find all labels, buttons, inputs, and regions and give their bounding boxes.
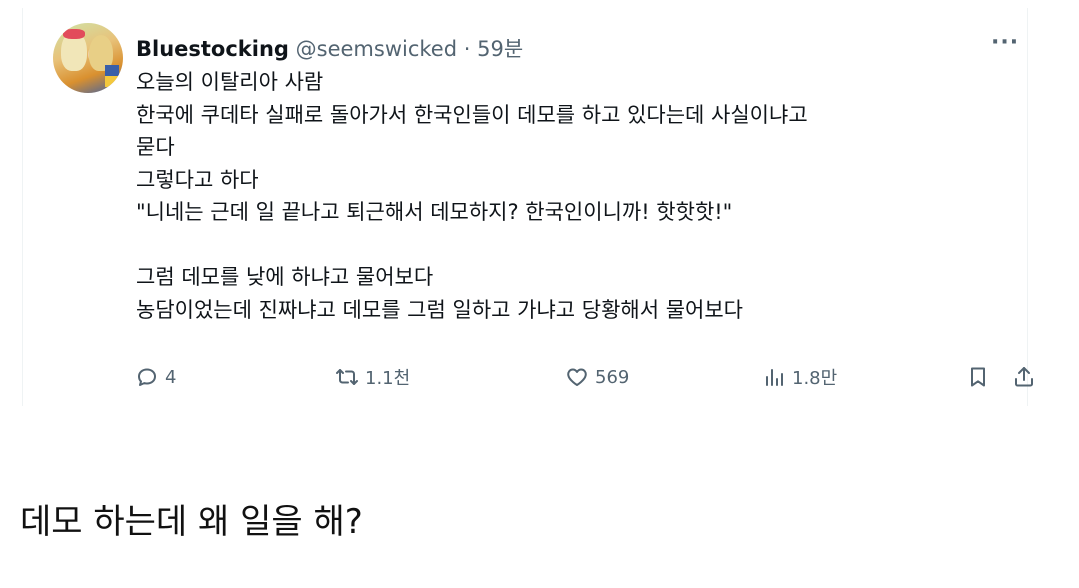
separator-dot: · (463, 37, 471, 61)
share-button[interactable] (1012, 362, 1036, 392)
tweet-text-line: 농담이었는데 진짜냐고 데모를 그럼 일하고 가냐고 당황해서 물어보다 (136, 297, 744, 322)
avatar-bow (63, 29, 85, 39)
like-count: 569 (595, 366, 630, 388)
retweet-button[interactable]: 1.1천 (335, 362, 410, 392)
tweet-text: 오늘의 이탈리아 사람 한국에 쿠데타 실패로 돌아가서 한국인들이 데모를 하… (136, 66, 1016, 326)
tweet-text-line: 오늘의 이탈리아 사람 (136, 70, 324, 94)
tweet-text-line: 묻다 (136, 135, 175, 159)
reply-icon (138, 368, 156, 386)
more-options-icon[interactable]: ··· (991, 32, 1019, 54)
tweet-actions: 4 1.1천 569 1.8만 (135, 362, 1033, 392)
views-chart-icon (766, 369, 783, 386)
heart-icon (567, 368, 587, 386)
display-name[interactable]: Bluestocking (136, 37, 289, 61)
tweet-text-line: 그럼 데모를 낮에 하냐고 물어보다 (136, 265, 434, 289)
caption-text: 데모 하는데 왜 일을 해? (20, 502, 363, 542)
retweet-icon (336, 369, 358, 385)
tweet-card[interactable]: Bluestocking @seemswicked · 59분 ··· 오늘의 … (22, 8, 1033, 406)
avatar-flag (105, 65, 119, 87)
tweet-text-line (136, 229, 1016, 262)
bookmark-button[interactable] (966, 362, 990, 392)
view-count: 1.8만 (792, 368, 838, 389)
avatar[interactable] (53, 23, 123, 93)
reply-count: 4 (165, 366, 177, 388)
reply-button[interactable]: 4 (135, 362, 176, 392)
tweet-text-line: 한국에 쿠데타 실패로 돌아가서 한국인들이 데모를 하고 있다는데 사실이냐고 (136, 102, 808, 127)
tweet-text-line: "니네는 근데 일 끝나고 퇴근해서 데모하지? 한국인이니까! 핫핫핫!" (136, 200, 733, 224)
tweet-header: Bluestocking @seemswicked · 59분 (136, 35, 523, 63)
tweet-text-line: 그렇다고 하다 (136, 167, 259, 192)
share-icon (1015, 367, 1033, 387)
views-button[interactable]: 1.8만 (762, 362, 837, 392)
like-button[interactable]: 569 (565, 362, 629, 392)
user-handle[interactable]: @seemswicked (296, 37, 457, 61)
retweet-count: 1.1천 (365, 368, 411, 389)
timestamp[interactable]: 59분 (477, 37, 523, 61)
bookmark-icon (971, 367, 985, 387)
